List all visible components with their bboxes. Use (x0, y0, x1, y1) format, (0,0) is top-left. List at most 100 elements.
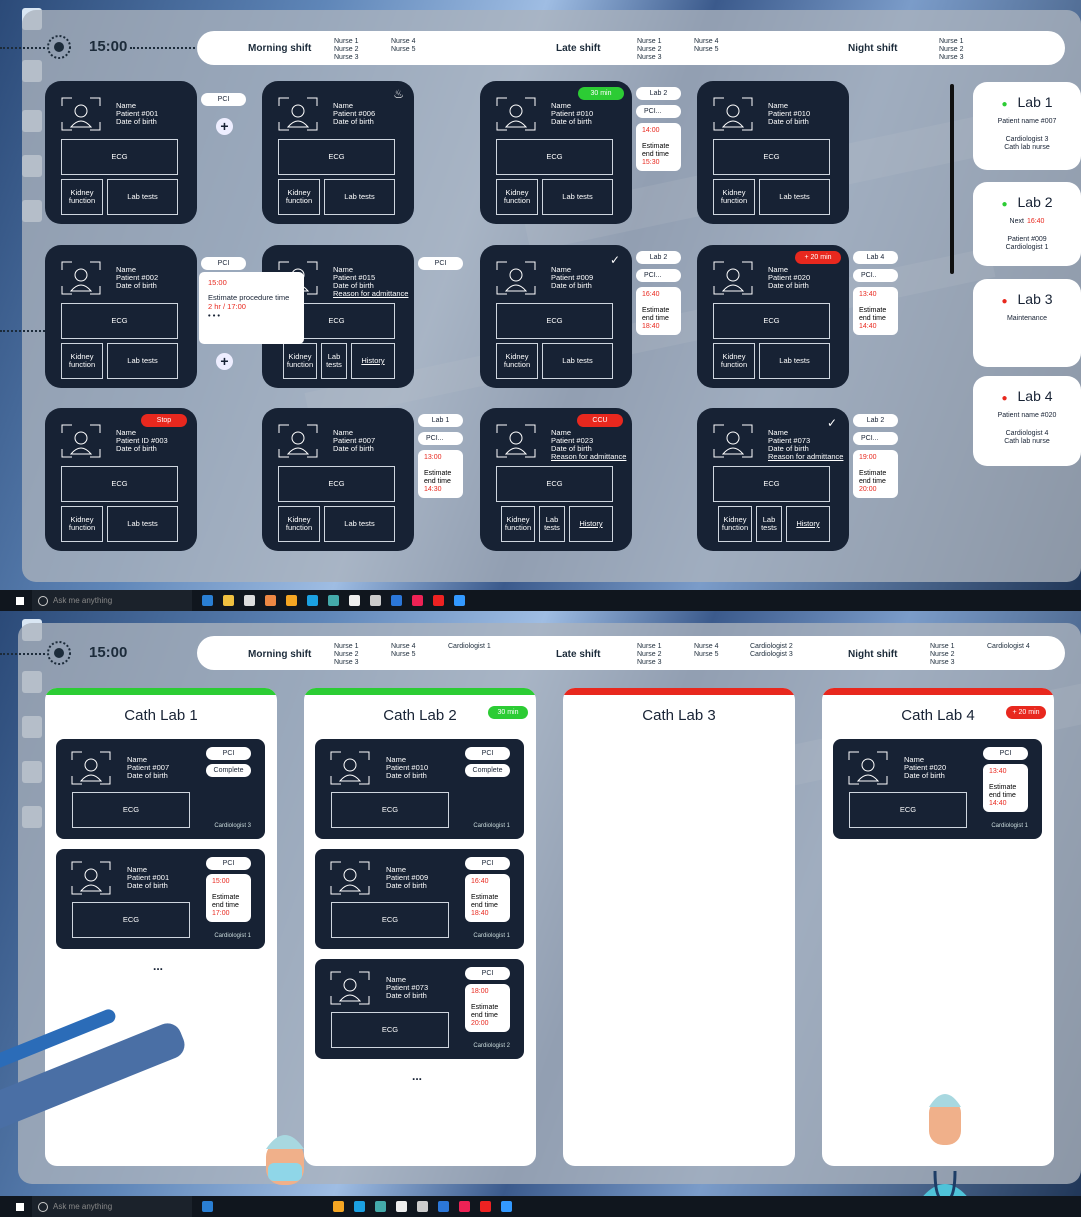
kidney-function-panel[interactable]: Kidney function (61, 179, 103, 215)
lab-status-card[interactable]: ● Lab 2 Next 16:40 Patient #009 Cardiologist … (973, 182, 1081, 266)
ecg-panel[interactable]: ECG (72, 792, 190, 828)
lab-tests-panel[interactable]: Lab tests (107, 506, 178, 542)
patient-card[interactable]: Name Patient ID #003 Date of birth ECG Kidne… (45, 408, 197, 551)
lab-assignment-pill[interactable]: Lab 1 (418, 414, 463, 427)
patient-card[interactable]: Name Patient #020 Date of birth ECG Kidney f… (697, 245, 849, 388)
ecg-panel[interactable]: ECG (496, 139, 613, 175)
edge-icon[interactable] (202, 1201, 213, 1212)
lab-tests-panel[interactable]: Lab tests (542, 179, 613, 215)
procedure-pill[interactable]: PCI (465, 967, 510, 980)
procedure-pill[interactable]: PCI.. (853, 269, 898, 282)
lab-assignment-pill[interactable]: Lab 2 (636, 87, 681, 100)
kidney-function-panel[interactable]: Kidney function (501, 506, 535, 542)
windows-icon[interactable] (16, 1202, 24, 1211)
procedure-pill[interactable]: PCI (983, 747, 1028, 760)
kidney-function-panel[interactable]: Kidney function (713, 179, 755, 215)
add-procedure-button[interactable]: + (216, 118, 233, 135)
app-icon[interactable] (286, 595, 297, 606)
patient-card[interactable]: Name Patient #010 Date of birth ECG Kidney f… (480, 81, 632, 224)
ecg-panel[interactable]: ECG (331, 902, 449, 938)
kidney-function-panel[interactable]: Kidney function (278, 506, 320, 542)
lab-tests-panel[interactable]: Lab tests (759, 343, 830, 379)
mail-icon[interactable] (349, 595, 360, 606)
kidney-function-panel[interactable]: Kidney function (713, 343, 755, 379)
app-icon[interactable] (454, 595, 465, 606)
lab-assignment-pill[interactable]: Lab 2 (636, 251, 681, 264)
lab-status-card[interactable]: ● Lab 4 Patient name #020 Cardiologist 4 Cat… (973, 376, 1081, 466)
procedure-pill[interactable]: PCI (465, 857, 510, 870)
kidney-function-panel[interactable]: Kidney function (718, 506, 752, 542)
app-icon[interactable] (370, 595, 381, 606)
ecg-panel[interactable]: ECG (278, 139, 395, 175)
ecg-panel[interactable]: ECG (278, 466, 395, 502)
history-panel[interactable]: History (569, 506, 613, 542)
procedure-pill[interactable]: PCI (206, 747, 251, 760)
lab-tests-panel[interactable]: Lab tests (539, 506, 565, 542)
edge-icon[interactable] (202, 595, 213, 606)
skype-icon[interactable] (354, 1201, 365, 1212)
kidney-function-panel[interactable]: Kidney function (61, 343, 103, 379)
patient-card[interactable]: Name Patient #073 Date of birth Reason for … (697, 408, 849, 551)
reason-link[interactable]: Reason for admittance (333, 290, 408, 298)
mail-icon[interactable] (396, 1201, 407, 1212)
app-icon[interactable] (333, 1201, 344, 1212)
ecg-panel[interactable]: ECG (61, 466, 178, 502)
history-panel[interactable]: History (786, 506, 830, 542)
kidney-function-panel[interactable]: Kidney function (496, 179, 538, 215)
ecg-panel[interactable]: ECG (72, 902, 190, 938)
reason-link[interactable]: Reason for admittance (768, 453, 843, 461)
lab-tests-panel[interactable]: Lab tests (542, 343, 613, 379)
lab-tests-panel[interactable]: Lab tests (324, 506, 395, 542)
procedure-pill[interactable]: PCI... (853, 432, 898, 445)
patient-card[interactable]: Name Patient #002 Date of birth ECG Kidney f… (45, 245, 197, 388)
ecg-panel[interactable]: ECG (849, 792, 967, 828)
lab-tests-panel[interactable]: Lab tests (756, 506, 782, 542)
patient-card[interactable]: Name Patient #009 Date of birth ECG Kidney f… (480, 245, 632, 388)
lab-status-card[interactable]: ● Lab 3 Maintenance (973, 279, 1081, 367)
procedure-pill[interactable]: PCI... (636, 269, 681, 282)
procedure-pill[interactable]: PCI (418, 257, 463, 270)
search-box[interactable]: Ask me anything (32, 1196, 192, 1217)
skype-icon[interactable] (307, 595, 318, 606)
store-icon[interactable] (244, 595, 255, 606)
lab-status-card[interactable]: ● Lab 1 Patient name #007 Cardiologist 3 Cat… (973, 82, 1081, 170)
lab-tests-panel[interactable]: Lab tests (107, 343, 178, 379)
lab-assignment-pill[interactable]: Lab 2 (853, 414, 898, 427)
app-icon[interactable] (391, 595, 402, 606)
app-icon[interactable] (459, 1201, 470, 1212)
app-icon[interactable] (433, 595, 444, 606)
more-indicator[interactable]: ... (412, 1069, 422, 1083)
more-indicator[interactable]: ... (153, 959, 163, 973)
chrome-icon[interactable] (265, 595, 276, 606)
patient-card[interactable]: Name Patient #020 Date of birth ECG PCI 13:40… (833, 739, 1042, 839)
ecg-panel[interactable]: ECG (61, 303, 178, 339)
lab-assignment-pill[interactable]: Lab 4 (853, 251, 898, 264)
procedure-pill[interactable]: PCI... (418, 432, 463, 445)
kidney-function-panel[interactable]: Kidney function (61, 506, 103, 542)
patient-card[interactable]: Name Patient #010 Date of birth ECG Kidney f… (697, 81, 849, 224)
patient-card[interactable]: Name Patient #073 Date of birth ECG PCI 18:00… (315, 959, 524, 1059)
app-icon[interactable] (417, 1201, 428, 1212)
ecg-panel[interactable]: ECG (713, 466, 830, 502)
ecg-panel[interactable]: ECG (61, 139, 178, 175)
scrollbar[interactable] (950, 84, 954, 274)
kidney-function-panel[interactable]: Kidney function (278, 179, 320, 215)
procedure-pill[interactable]: PCI (206, 857, 251, 870)
procedure-pill[interactable]: PCI... (636, 105, 681, 118)
patient-card[interactable]: Name Patient #006 Date of birth ECG Kidney f… (262, 81, 414, 224)
ecg-panel[interactable]: ECG (713, 303, 830, 339)
lab-tests-panel[interactable]: Lab tests (759, 179, 830, 215)
lab-tests-panel[interactable]: Lab tests (321, 343, 347, 379)
patient-card[interactable]: Name Patient #010 Date of birth ECG PCI Compl… (315, 739, 524, 839)
windows-icon[interactable] (16, 596, 24, 605)
procedure-time-popup[interactable]: 15:00 Estimate procedure time 2 hr / 17:… (199, 272, 304, 344)
ecg-panel[interactable]: ECG (496, 303, 613, 339)
ecg-panel[interactable]: ECG (331, 792, 449, 828)
procedure-pill[interactable]: PCI (201, 93, 246, 106)
app-icon[interactable] (375, 1201, 386, 1212)
patient-card[interactable]: Name Patient #007 Date of birth ECG PCI Compl… (56, 739, 265, 839)
search-box[interactable]: Ask me anything (32, 590, 192, 611)
explorer-icon[interactable] (223, 595, 234, 606)
procedure-pill[interactable]: PCI (465, 747, 510, 760)
patient-card[interactable]: Name Patient #023 Date of birth Reason for … (480, 408, 632, 551)
